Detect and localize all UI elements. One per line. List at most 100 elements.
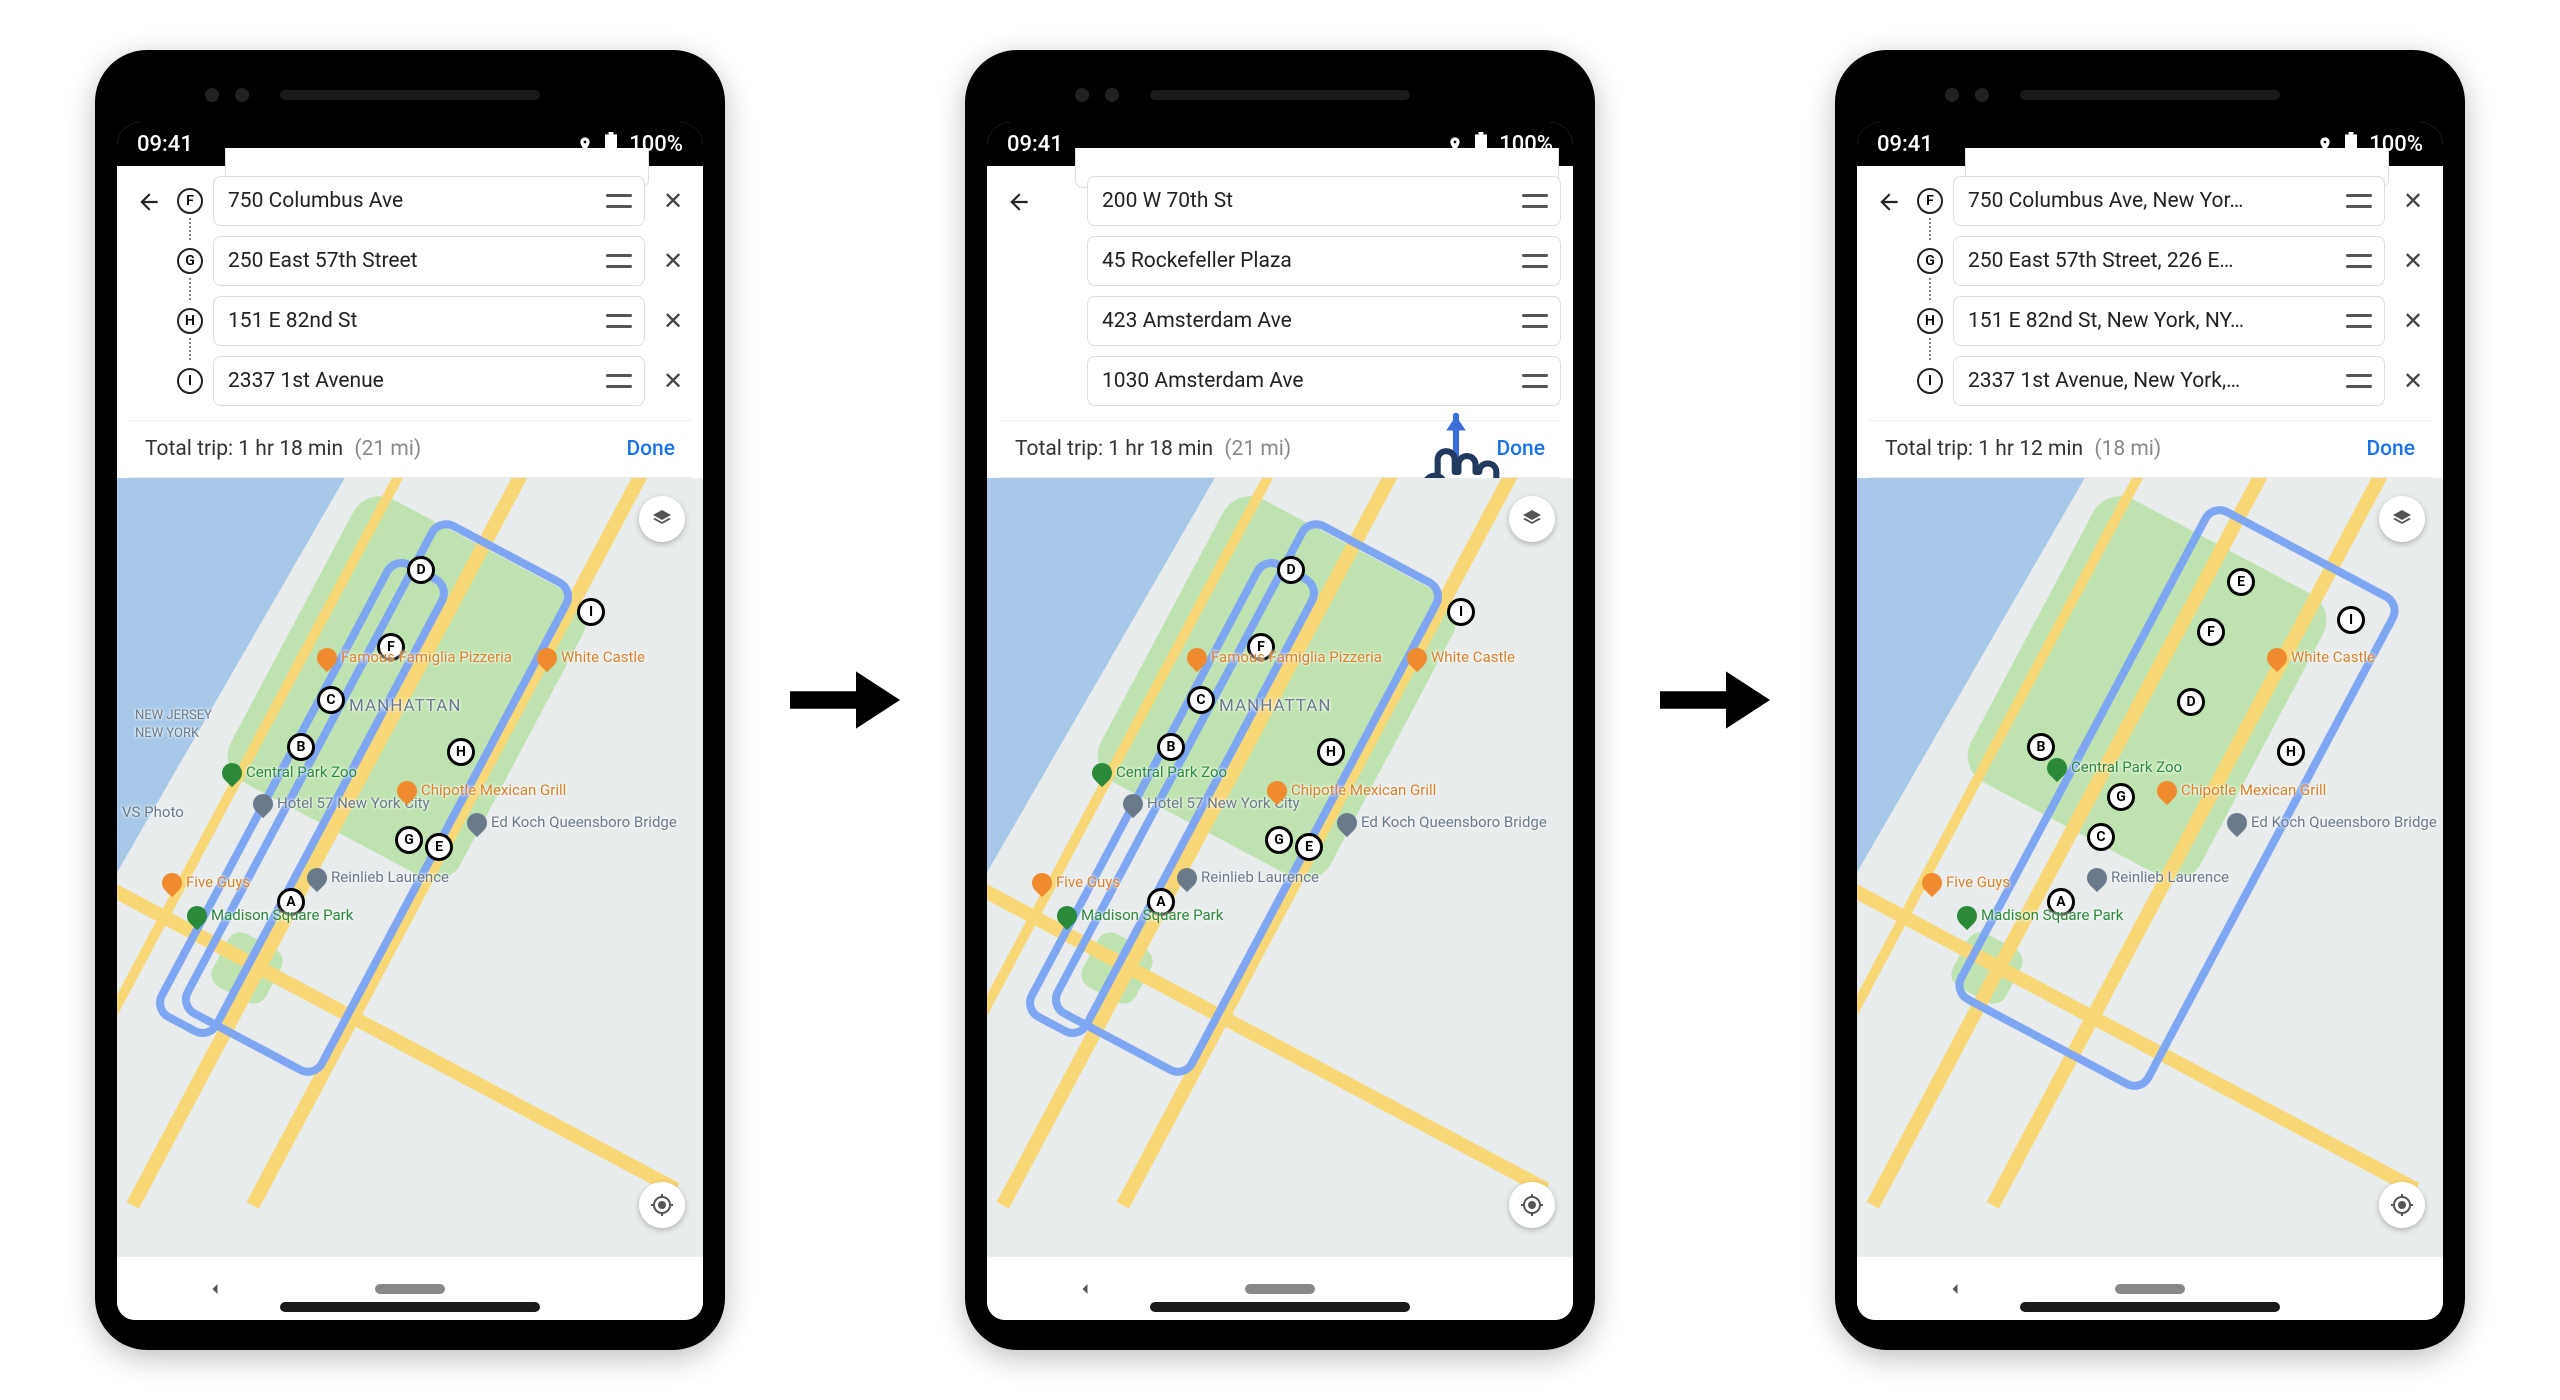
- map-pin[interactable]: I: [1447, 598, 1475, 626]
- stop-marker: G: [177, 248, 203, 274]
- stop-input[interactable]: 151 E 82nd St: [213, 296, 645, 346]
- layers-button[interactable]: [2379, 496, 2425, 542]
- stop-marker: F: [177, 188, 203, 214]
- map-pin[interactable]: F: [2197, 618, 2225, 646]
- map-pin[interactable]: H: [1317, 738, 1345, 766]
- drag-handle-icon[interactable]: [2346, 314, 2372, 328]
- drag-handle-icon[interactable]: [2346, 254, 2372, 268]
- remove-stop-button[interactable]: ✕: [2395, 363, 2431, 399]
- map-pin[interactable]: G: [2107, 783, 2135, 811]
- map-view[interactable]: D I F C B H G E A Famous Famiglia Pizzer…: [987, 478, 1573, 1256]
- stop-input[interactable]: 2337 1st Avenue: [213, 356, 645, 406]
- stop-marker: I: [1917, 368, 1943, 394]
- locate-button[interactable]: [639, 1182, 685, 1228]
- nav-back-button[interactable]: [1915, 1273, 1995, 1305]
- map-pin[interactable]: G: [395, 826, 423, 854]
- nav-back-button[interactable]: [175, 1273, 255, 1305]
- remove-stop-button[interactable]: ✕: [655, 243, 691, 279]
- map-pin[interactable]: D: [1277, 556, 1305, 584]
- nav-home-button[interactable]: [1240, 1273, 1320, 1305]
- map-pin[interactable]: C: [1187, 686, 1215, 714]
- drag-handle-icon[interactable]: [1522, 254, 1548, 268]
- stop-input[interactable]: 151 E 82nd St, New York, NY…: [1953, 296, 2385, 346]
- drag-handle-icon[interactable]: [1522, 314, 1548, 328]
- map-pin[interactable]: D: [407, 556, 435, 584]
- back-button[interactable]: [129, 182, 169, 222]
- remove-stop-button[interactable]: ✕: [2395, 243, 2431, 279]
- map-pin[interactable]: B: [287, 733, 315, 761]
- stop-input[interactable]: 423 Amsterdam Ave: [1087, 296, 1561, 346]
- map-pin[interactable]: H: [2277, 738, 2305, 766]
- map-pin[interactable]: C: [2087, 823, 2115, 851]
- chevron-left-icon: [205, 1279, 225, 1299]
- map-pin[interactable]: G: [1265, 826, 1293, 854]
- map-pin[interactable]: E: [2227, 568, 2255, 596]
- stop-row: G 250 East 57th Street ✕: [177, 236, 691, 286]
- screen: 09:41 100% 200 W 70th St: [987, 122, 1573, 1320]
- map-pin[interactable]: H: [447, 738, 475, 766]
- drag-handle-icon[interactable]: [1522, 374, 1548, 388]
- drag-handle-icon[interactable]: [606, 314, 632, 328]
- locate-button[interactable]: [1509, 1182, 1555, 1228]
- poi-label: VS Photo: [122, 803, 184, 821]
- drag-handle-icon[interactable]: [1522, 194, 1548, 208]
- stop-input[interactable]: 200 W 70th St: [1087, 176, 1561, 226]
- nav-recent-button[interactable]: [565, 1273, 645, 1305]
- drag-handle-icon[interactable]: [2346, 194, 2372, 208]
- nav-home-button[interactable]: [370, 1273, 450, 1305]
- done-button[interactable]: Done: [626, 437, 675, 461]
- stop-row: G 250 East 57th Street, 226 E… ✕: [1917, 236, 2431, 286]
- stop-input[interactable]: 1030 Amsterdam Ave: [1087, 356, 1561, 406]
- drag-handle-icon[interactable]: [2346, 374, 2372, 388]
- remove-stop-button[interactable]: ✕: [655, 363, 691, 399]
- locate-button[interactable]: [2379, 1182, 2425, 1228]
- poi-label: MANHATTAN: [1219, 696, 1332, 716]
- back-button[interactable]: [999, 182, 1039, 222]
- map-view[interactable]: E I F D B H G C A White Castle Central P…: [1857, 478, 2443, 1256]
- stop-marker: H: [177, 308, 203, 334]
- nav-home-button[interactable]: [2110, 1273, 2190, 1305]
- map-view[interactable]: D I F C B H G E A Famous Famiglia Pizzer…: [117, 478, 703, 1256]
- trip-summary-text: Total trip: 1 hr 12 min (18 mi): [1885, 437, 2161, 461]
- map-pin[interactable]: I: [577, 598, 605, 626]
- stop-input[interactable]: 750 Columbus Ave, New Yor…: [1953, 176, 2385, 226]
- status-time: 09:41: [1007, 132, 1063, 157]
- stop-input[interactable]: 2337 1st Avenue, New York,…: [1953, 356, 2385, 406]
- stop-input[interactable]: 250 East 57th Street: [213, 236, 645, 286]
- done-button[interactable]: Done: [2366, 437, 2415, 461]
- remove-stop-button[interactable]: ✕: [2395, 303, 2431, 339]
- phone-frame-2: 09:41 100% 200 W 70th St: [965, 50, 1595, 1350]
- poi-label: MANHATTAN: [349, 696, 462, 716]
- back-button[interactable]: [1869, 182, 1909, 222]
- map-pin[interactable]: E: [425, 833, 453, 861]
- android-navbar: [117, 1256, 703, 1320]
- stop-input[interactable]: 250 East 57th Street, 226 E…: [1953, 236, 2385, 286]
- directions-header: F 750 Columbus Ave, New Yor… ✕ G 250 Eas…: [1857, 166, 2443, 478]
- stop-row: F 750 Columbus Ave ✕: [177, 176, 691, 226]
- poi-label: Five Guys: [162, 873, 250, 893]
- map-pin[interactable]: C: [317, 686, 345, 714]
- poi-label: Chipotle Mexican Grill: [1267, 781, 1436, 801]
- map-pin[interactable]: I: [2337, 606, 2365, 634]
- nav-back-button[interactable]: [1045, 1273, 1125, 1305]
- drag-handle-icon[interactable]: [606, 374, 632, 388]
- remove-stop-button[interactable]: ✕: [2395, 183, 2431, 219]
- step-arrow: [1655, 665, 1775, 735]
- remove-stop-button[interactable]: ✕: [655, 183, 691, 219]
- drag-handle-icon[interactable]: [606, 194, 632, 208]
- stop-input[interactable]: 45 Rockefeller Plaza: [1087, 236, 1561, 286]
- layers-button[interactable]: [1509, 496, 1555, 542]
- stop-input[interactable]: 750 Columbus Ave: [213, 176, 645, 226]
- crosshair-icon: [2390, 1193, 2414, 1217]
- done-button[interactable]: Done: [1496, 437, 1545, 461]
- map-pin[interactable]: B: [2027, 733, 2055, 761]
- map-pin[interactable]: E: [1295, 833, 1323, 861]
- map-pin[interactable]: B: [1157, 733, 1185, 761]
- drag-handle-icon[interactable]: [606, 254, 632, 268]
- nav-recent-button[interactable]: [2305, 1273, 2385, 1305]
- layers-button[interactable]: [639, 496, 685, 542]
- map-pin[interactable]: D: [2177, 688, 2205, 716]
- poi-label: Madison Square Park: [1057, 906, 1223, 926]
- remove-stop-button[interactable]: ✕: [655, 303, 691, 339]
- nav-recent-button[interactable]: [1435, 1273, 1515, 1305]
